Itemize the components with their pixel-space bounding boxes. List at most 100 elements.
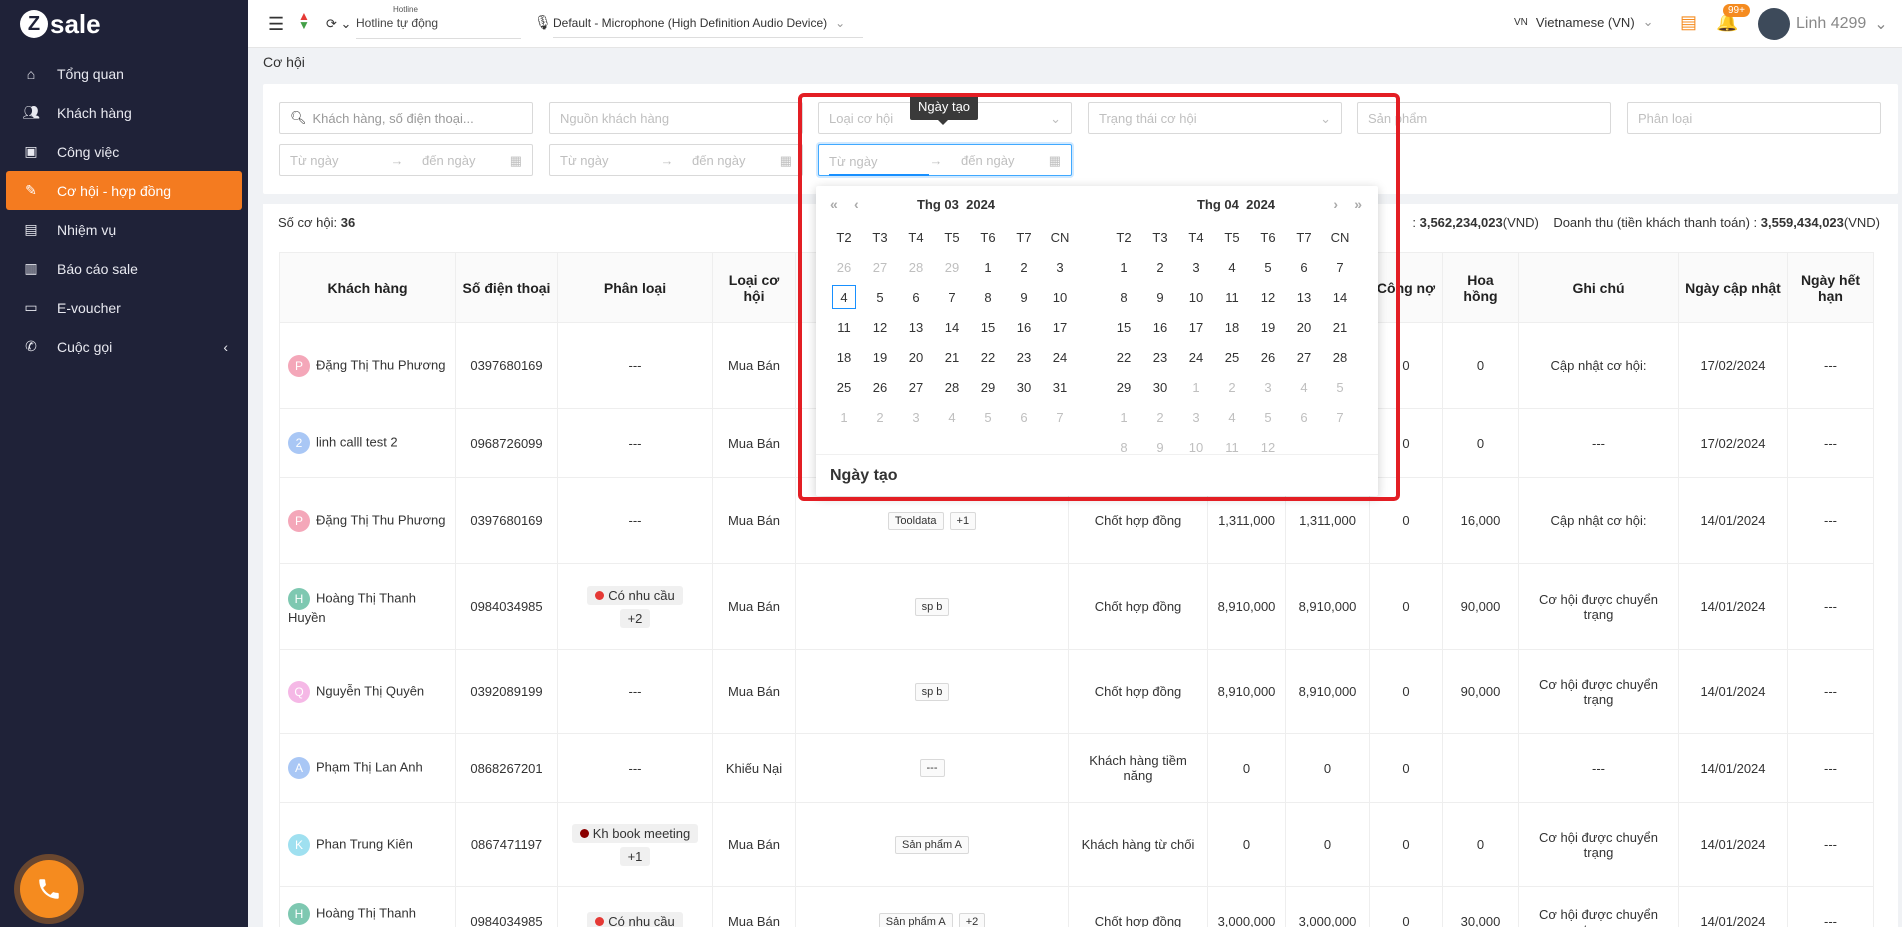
customer-name[interactable]: Đặng Thị Thu Phương — [316, 512, 446, 527]
calendar-day[interactable]: 5 — [862, 282, 898, 312]
menu-icon[interactable]: ☰ — [268, 14, 284, 35]
calendar-day[interactable]: 4 — [1214, 252, 1250, 282]
avatar[interactable] — [1758, 8, 1790, 40]
more-tag[interactable]: +2 — [619, 608, 651, 628]
sidebar-item-2[interactable]: ▣ Công việc — [0, 132, 248, 171]
category-select[interactable]: Phân loại — [1627, 102, 1881, 134]
sidebar-item-4[interactable]: ▤ Nhiệm vụ — [0, 210, 248, 249]
document-icon[interactable]: ▤ — [1680, 12, 1697, 33]
calendar-day-outside[interactable]: 5 — [970, 402, 1006, 432]
column-header[interactable]: Phân loại — [557, 252, 713, 323]
calendar-day[interactable]: 29 — [1106, 372, 1142, 402]
column-header[interactable]: Ngày hết hạn — [1787, 252, 1874, 323]
calendar-day-outside[interactable]: 7 — [1042, 402, 1078, 432]
calendar-day[interactable]: 12 — [862, 312, 898, 342]
calendar-day-outside[interactable]: 6 — [1286, 402, 1322, 432]
table-row[interactable]: HHoàng Thị Thanh Huyền0984034985Có nhu c… — [279, 563, 1874, 650]
breadcrumb[interactable]: Cơ hội — [263, 54, 305, 70]
calendar-day-outside[interactable]: 27 — [862, 252, 898, 282]
calendar-day[interactable]: 6 — [898, 282, 934, 312]
calendar-day[interactable]: 22 — [970, 342, 1006, 372]
calendar-day-outside[interactable]: 7 — [1322, 402, 1358, 432]
calendar-day[interactable]: 17 — [1042, 312, 1078, 342]
calendar-day[interactable]: 30 — [1142, 372, 1178, 402]
customer-name[interactable]: Phạm Thị Lan Anh — [316, 759, 423, 774]
right-year[interactable]: 2024 — [1246, 197, 1275, 212]
calendar-day[interactable]: 21 — [1322, 312, 1358, 342]
calendar-day[interactable]: 14 — [934, 312, 970, 342]
customer-cell[interactable]: P Đặng Thị Thu Phương — [279, 322, 456, 409]
search-input[interactable]: 🔍︎ Khách hàng, số điện thoại... — [279, 102, 533, 134]
calendar-day[interactable]: 17 — [1178, 312, 1214, 342]
calendar-day[interactable]: 13 — [1286, 282, 1322, 312]
calendar-day[interactable]: 25 — [826, 372, 862, 402]
calendar-day[interactable]: 20 — [898, 342, 934, 372]
column-header[interactable]: Số điện thoại — [455, 252, 558, 323]
calendar-day[interactable]: 15 — [970, 312, 1006, 342]
source-select[interactable]: Nguồn khách hàng — [549, 102, 803, 134]
calendar-day[interactable]: 1 — [1106, 252, 1142, 282]
created-date-range[interactable]: Từ ngày → đến ngày ▦ — [818, 144, 1072, 176]
calendar-day[interactable]: 7 — [934, 282, 970, 312]
calendar-day[interactable]: 27 — [898, 372, 934, 402]
calendar-day[interactable]: 30 — [1006, 372, 1042, 402]
customer-name[interactable]: linh calll test 2 — [316, 434, 398, 449]
hotline-select[interactable]: Hotline Hotline tự động — [356, 5, 521, 39]
opportunity-status-select[interactable]: Trạng thái cơ hội ⌄ — [1088, 102, 1342, 134]
calendar-day[interactable]: 31 — [1042, 372, 1078, 402]
calendar-day[interactable]: 25 — [1214, 342, 1250, 372]
customer-cell[interactable]: Q Nguyễn Thị Quyên — [279, 649, 456, 734]
sidebar-item-0[interactable]: ⌂ Tổng quan — [0, 54, 248, 93]
calendar-day[interactable]: 4 — [832, 285, 856, 309]
calendar-day[interactable]: 20 — [1286, 312, 1322, 342]
calendar-day-outside[interactable]: 28 — [898, 252, 934, 282]
customer-cell[interactable]: HHoàng Thị Thanh Huyền — [279, 886, 456, 927]
column-header[interactable]: Loại cơ hội — [712, 252, 796, 323]
column-header[interactable]: Công nợ — [1369, 252, 1443, 323]
headset-icon[interactable]: ⟳ ⌄ — [326, 16, 351, 32]
calendar-day[interactable]: 16 — [1006, 312, 1042, 342]
calendar-day-outside[interactable]: 4 — [934, 402, 970, 432]
calendar-day[interactable]: 3 — [1178, 252, 1214, 282]
calendar-day[interactable]: 18 — [1214, 312, 1250, 342]
calendar-day[interactable]: 3 — [1042, 252, 1078, 282]
sidebar-item-6[interactable]: ▭ E-voucher — [0, 288, 248, 327]
table-row[interactable]: HHoàng Thị Thanh Huyền0984034985Có nhu c… — [279, 886, 1874, 927]
calendar-day[interactable]: 29 — [970, 372, 1006, 402]
calendar-day[interactable]: 1 — [970, 252, 1006, 282]
calendar-day[interactable]: 23 — [1142, 342, 1178, 372]
calendar-day[interactable]: 19 — [862, 342, 898, 372]
calendar-day[interactable]: 11 — [826, 312, 862, 342]
microphone-select[interactable]: Default - Microphone (High Definition Au… — [553, 8, 863, 38]
user-menu[interactable]: Linh 4299 ⌄ — [1796, 14, 1888, 34]
prev-month-icon[interactable]: ‹ — [854, 196, 859, 212]
calendar-day[interactable]: 24 — [1178, 342, 1214, 372]
next-year-icon[interactable]: » — [1354, 196, 1362, 212]
calendar-day[interactable]: 23 — [1006, 342, 1042, 372]
calendar-day[interactable]: 2 — [1142, 252, 1178, 282]
calendar-day-outside[interactable]: 1 — [1178, 372, 1214, 402]
customer-name[interactable]: Đặng Thị Thu Phương — [316, 357, 446, 372]
calendar-day[interactable]: 16 — [1142, 312, 1178, 342]
calendar-day[interactable]: 2 — [1006, 252, 1042, 282]
calendar-day[interactable]: 5 — [1250, 252, 1286, 282]
calendar-day-outside[interactable]: 4 — [1214, 402, 1250, 432]
calendar-day[interactable]: 26 — [1250, 342, 1286, 372]
customer-cell[interactable]: A Phạm Thị Lan Anh — [279, 733, 456, 803]
right-month[interactable]: Thg 04 — [1197, 197, 1239, 212]
calendar-day[interactable]: 19 — [1250, 312, 1286, 342]
calendar-day[interactable]: 7 — [1322, 252, 1358, 282]
calendar-day-outside[interactable]: 4 — [1286, 372, 1322, 402]
sidebar-item-5[interactable]: ▥ Báo cáo sale — [0, 249, 248, 288]
calendar-day-outside[interactable]: 2 — [862, 402, 898, 432]
calendar-day-outside[interactable]: 3 — [1178, 402, 1214, 432]
calendar-day[interactable]: 13 — [898, 312, 934, 342]
left-year[interactable]: 2024 — [966, 197, 995, 212]
calendar-day-outside[interactable]: 26 — [826, 252, 862, 282]
calendar-day-outside[interactable]: 5 — [1250, 402, 1286, 432]
calendar-day-outside[interactable]: 3 — [898, 402, 934, 432]
calendar-day[interactable]: 11 — [1214, 282, 1250, 312]
table-row[interactable]: Q Nguyễn Thị Quyên 0392089199 --- Mua Bán sp … — [279, 649, 1874, 734]
calendar-day-outside[interactable]: 1 — [1106, 402, 1142, 432]
column-header[interactable]: Ghi chú — [1518, 252, 1679, 323]
